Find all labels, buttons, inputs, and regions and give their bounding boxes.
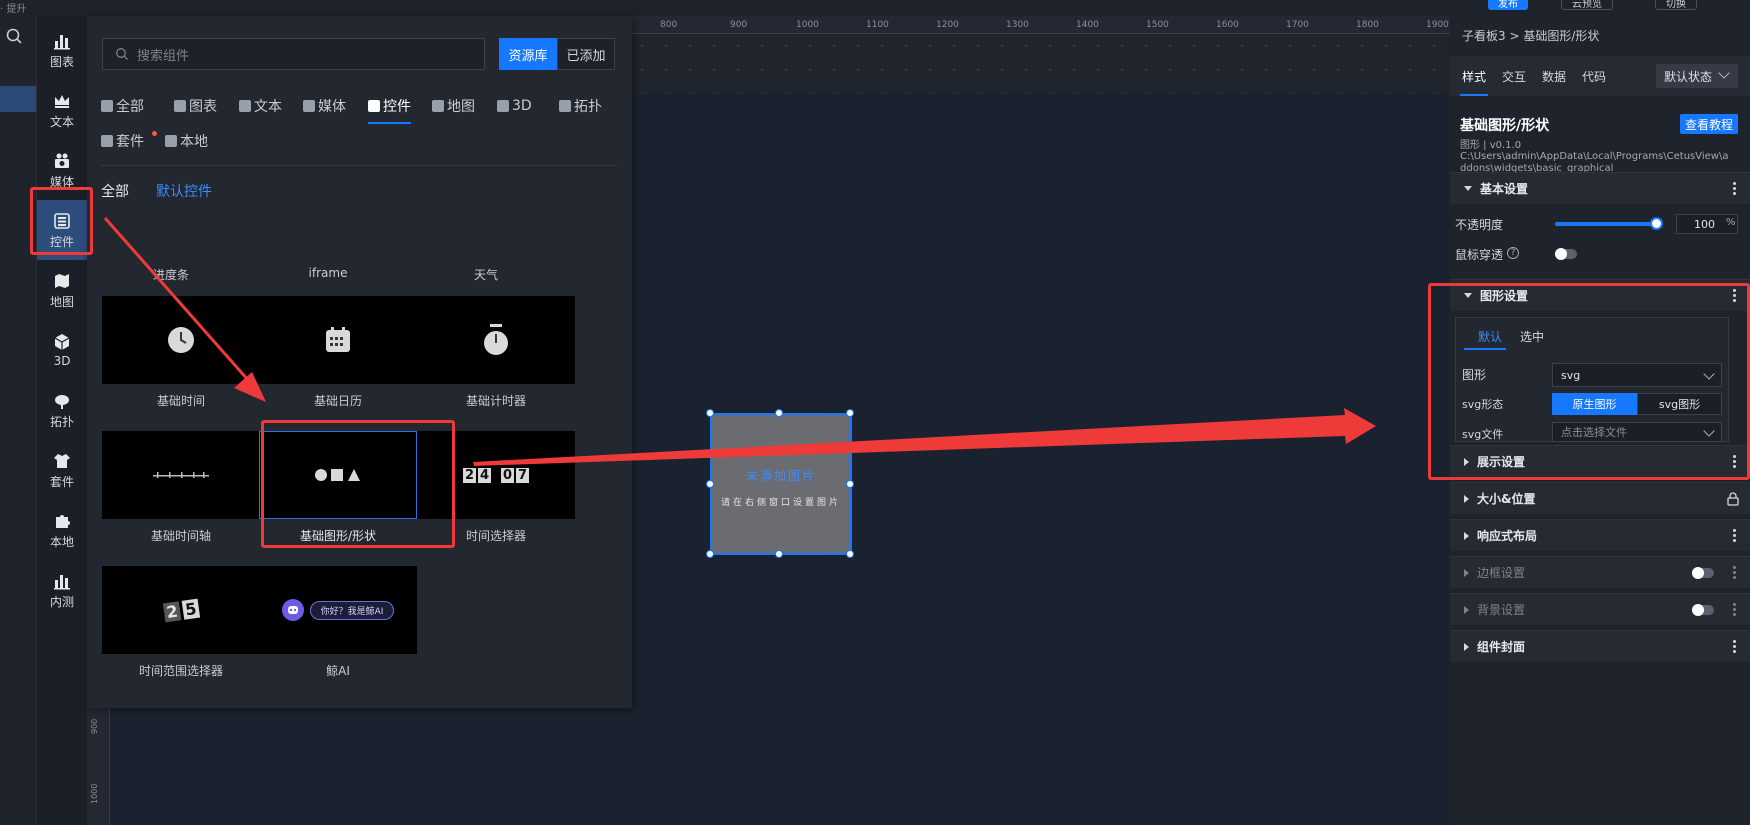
app-root: · 提升 发布 云预览 切换 800 900 1000 1100 1200 13…	[0, 0, 1750, 825]
arrow-head	[234, 372, 266, 402]
arrow-long	[473, 408, 1376, 466]
arrow-line	[103, 217, 250, 381]
annotation-arrows	[103, 217, 1376, 466]
